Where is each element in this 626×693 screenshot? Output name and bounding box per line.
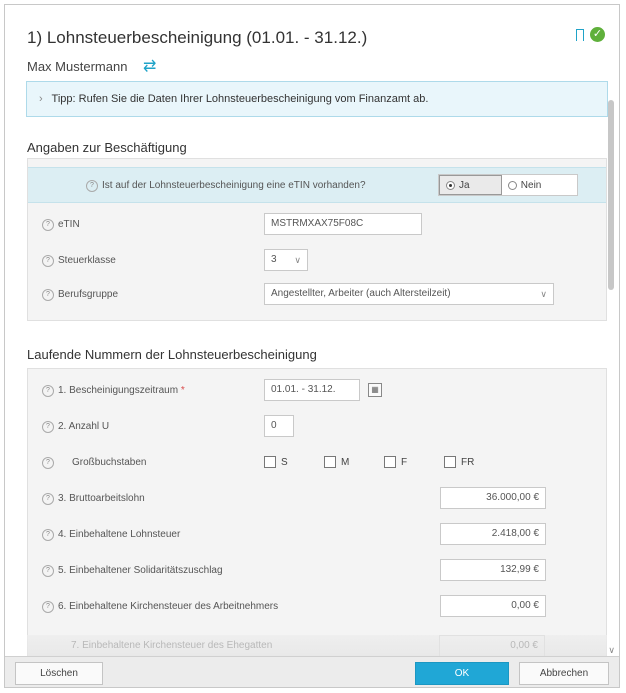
numbers-card: ? 1. Bescheinigungszeitraum * 01.01. - 3… <box>27 368 607 658</box>
kirche-ehe-label: 7. Einbehaltene Kirchensteuer des Ehegat… <box>71 640 273 651</box>
employment-card: ? Ist auf der Lohnsteuerbescheinigung ei… <box>27 158 607 321</box>
help-icon[interactable]: ? <box>42 289 54 301</box>
help-icon[interactable]: ? <box>42 219 54 231</box>
checkbox-fr-label: FR <box>461 457 475 468</box>
checkbox-m-label: M <box>341 457 350 468</box>
chevron-down-icon: ∨ <box>294 255 301 265</box>
section-heading-numbers: Laufende Nummern der Lohnsteuerbescheini… <box>27 347 317 362</box>
anzahl-input[interactable]: 0 <box>264 415 294 437</box>
etin-radio-group: Ja Nein <box>438 174 578 196</box>
soli-label: 5. Einbehaltener Solidaritätszuschlag <box>58 565 223 576</box>
dialog-window: 1) Lohnsteuerbescheinigung (01.01. - 31.… <box>4 4 620 688</box>
radio-nein[interactable]: Nein <box>502 175 577 195</box>
radio-ja-label: Ja <box>459 179 470 191</box>
cancel-button[interactable]: Abbrechen <box>519 662 609 685</box>
help-icon[interactable]: ? <box>42 255 54 267</box>
zeitraum-row: ? 1. Bescheinigungszeitraum * 01.01. - 3… <box>28 373 606 409</box>
section-heading-employment: Angaben zur Beschäftigung <box>27 140 187 155</box>
etin-question-row: ? Ist auf der Lohnsteuerbescheinigung ei… <box>28 167 606 203</box>
soli-input[interactable]: 132,99 € <box>440 559 546 581</box>
brutto-label: 3. Bruttoarbeitslohn <box>58 493 145 504</box>
calendar-icon[interactable]: ▦ <box>368 383 382 397</box>
anzahl-label: 2. Anzahl U <box>58 421 110 432</box>
berufsgruppe-row: ? Berufsgruppe Angestellter, Arbeiter (a… <box>28 277 606 313</box>
checkbox-s[interactable] <box>264 456 276 468</box>
radio-dot <box>507 180 517 190</box>
kirche-row: ? 6. Einbehaltene Kirchensteuer des Arbe… <box>28 589 606 625</box>
help-icon[interactable]: ? <box>42 529 54 541</box>
radio-ja[interactable]: Ja <box>439 175 502 195</box>
dialog-footer: Löschen OK Abbrechen <box>5 656 619 687</box>
lohnsteuer-row: ? 4. Einbehaltene Lohnsteuer 2.418,00 € <box>28 517 606 553</box>
help-icon[interactable]: ? <box>42 493 54 505</box>
swap-arrows-icon[interactable]: ⇄ <box>143 56 156 76</box>
berufsgruppe-label: Berufsgruppe <box>58 289 119 300</box>
zeitraum-label: 1. Bescheinigungszeitraum <box>58 385 179 396</box>
check-circle-icon: ✓ <box>590 27 605 42</box>
scrollbar-thumb[interactable] <box>608 100 614 290</box>
checkbox-fr[interactable] <box>444 456 456 468</box>
brutto-row: ? 3. Bruttoarbeitslohn 36.000,00 € <box>28 481 606 517</box>
kirche-ehe-input[interactable]: 0,00 € <box>439 635 545 657</box>
etin-input[interactable]: MSTRMXAX75F08C <box>264 213 422 235</box>
help-icon[interactable]: ? <box>42 385 54 397</box>
checkbox-m[interactable] <box>324 456 336 468</box>
delete-button[interactable]: Löschen <box>15 662 103 685</box>
help-icon[interactable]: ? <box>42 601 54 613</box>
tip-text: Tipp: Rufen Sie die Daten Ihrer Lohnsteu… <box>51 93 429 105</box>
kirche-input[interactable]: 0,00 € <box>440 595 546 617</box>
zeitraum-label-wrap: 1. Bescheinigungszeitraum * <box>58 385 185 396</box>
required-mark: * <box>180 385 185 396</box>
tip-banner[interactable]: › Tipp: Rufen Sie die Daten Ihrer Lohnst… <box>26 81 608 117</box>
ok-button[interactable]: OK <box>415 662 509 685</box>
radio-nein-label: Nein <box>520 179 542 191</box>
etin-label: eTIN <box>58 219 80 230</box>
help-icon[interactable]: ? <box>42 565 54 577</box>
grossbuchstaben-row: ? Großbuchstaben S M F FR <box>28 445 606 481</box>
anzahl-row: ? 2. Anzahl U 0 <box>28 409 606 445</box>
lohnsteuer-label: 4. Einbehaltene Lohnsteuer <box>58 529 181 540</box>
chevron-right-icon: › <box>39 93 43 105</box>
checkbox-f-label: F <box>401 457 408 468</box>
radio-dot-selected <box>446 180 455 190</box>
help-icon[interactable]: ? <box>42 457 54 469</box>
berufsgruppe-value: Angestellter, Arbeiter (auch Altersteilz… <box>271 288 451 299</box>
soli-row: ? 5. Einbehaltener Solidaritätszuschlag … <box>28 553 606 589</box>
checkbox-s-label: S <box>281 457 288 468</box>
scroll-down-icon[interactable]: ∨ <box>608 645 615 656</box>
steuerklasse-label: Steuerklasse <box>58 255 116 266</box>
etin-row: ? eTIN MSTRMXAX75F08C <box>28 207 606 243</box>
steuerklasse-value: 3 <box>271 254 277 265</box>
kirche-label: 6. Einbehaltene Kirchensteuer des Arbeit… <box>58 601 279 612</box>
lohnsteuer-input[interactable]: 2.418,00 € <box>440 523 546 545</box>
help-icon[interactable]: ? <box>42 421 54 433</box>
dialog-title: 1) Lohnsteuerbescheinigung (01.01. - 31.… <box>27 28 368 47</box>
berufsgruppe-select[interactable]: Angestellter, Arbeiter (auch Altersteilz… <box>264 283 554 305</box>
bookmark-icon[interactable] <box>576 28 584 41</box>
person-name: Max Mustermann <box>27 59 128 74</box>
etin-question-label: Ist auf der Lohnsteuerbescheinigung eine… <box>102 180 366 191</box>
chevron-down-icon: ∨ <box>540 289 547 299</box>
header-icons: ✓ <box>576 27 605 42</box>
checkbox-f[interactable] <box>384 456 396 468</box>
faded-row: 7. Einbehaltene Kirchensteuer des Ehegat… <box>27 635 607 657</box>
help-icon[interactable]: ? <box>86 180 98 192</box>
brutto-input[interactable]: 36.000,00 € <box>440 487 546 509</box>
grossbuchstaben-label: Großbuchstaben <box>72 457 147 468</box>
zeitraum-input[interactable]: 01.01. - 31.12. <box>264 379 360 401</box>
steuerklasse-row: ? Steuerklasse 3 ∨ <box>28 243 606 279</box>
steuerklasse-select[interactable]: 3 ∨ <box>264 249 308 271</box>
